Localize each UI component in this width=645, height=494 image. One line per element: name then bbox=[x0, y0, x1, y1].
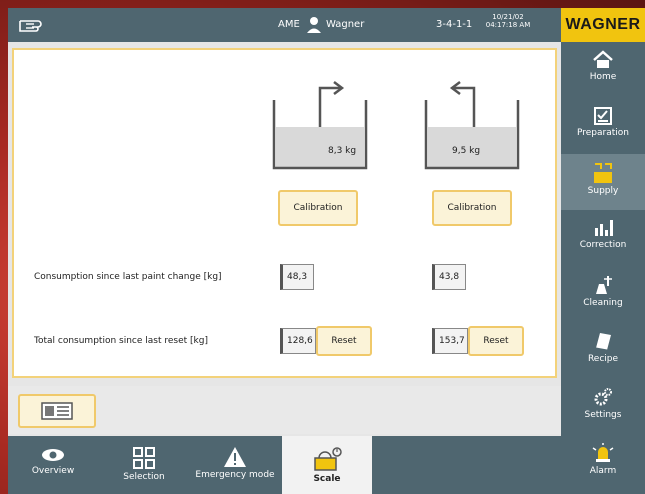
total-consumption-tank-1: 128,6 bbox=[280, 328, 316, 354]
consumption-since-change-tank-1: 48,3 bbox=[280, 264, 314, 290]
top-bar: AME Wagner 3-4-1-1 10/21/02 04:17:18 AM bbox=[8, 8, 561, 42]
sidebar-item-label: Cleaning bbox=[583, 298, 623, 308]
nav-overview[interactable]: Overview bbox=[12, 436, 94, 494]
tank-1-weight: 8,3 kg bbox=[328, 146, 357, 156]
reset-button-tank-1[interactable]: Reset bbox=[316, 326, 372, 356]
nav-label: Overview bbox=[31, 466, 75, 476]
sidebar-item-label: Recipe bbox=[587, 354, 619, 364]
wagner-logo: WAGNER bbox=[561, 8, 645, 42]
sidebar-item-label: Alarm bbox=[589, 466, 617, 476]
total-consumption-label: Total consumption since last reset [kg] bbox=[34, 336, 208, 346]
date: 10/21/02 bbox=[492, 13, 524, 21]
sidebar-item-label: Home bbox=[589, 72, 617, 82]
grid-icon bbox=[133, 447, 155, 469]
id-card-icon bbox=[41, 402, 73, 420]
user-name: Wagner bbox=[326, 19, 365, 30]
sidebar-item-label: Settings bbox=[584, 410, 622, 420]
total-consumption-tank-2: 153,7 bbox=[432, 328, 468, 354]
sidebar-item-correction[interactable]: Correction bbox=[561, 210, 645, 266]
sidebar-item-home[interactable]: Home bbox=[561, 42, 645, 98]
datetime: 10/21/02 04:17:18 AM bbox=[478, 13, 538, 29]
tank-2-icon bbox=[424, 81, 520, 170]
calibration-button-tank-1[interactable]: Calibration bbox=[278, 190, 358, 226]
bar-chart-icon bbox=[595, 220, 613, 236]
sidebar-item-label: Supply bbox=[587, 186, 619, 196]
sidebar-item-label: Correction bbox=[579, 240, 627, 250]
action-strip bbox=[8, 386, 561, 434]
sidebar-item-supply[interactable]: Supply bbox=[561, 154, 645, 210]
nav-selection[interactable]: Selection bbox=[102, 436, 186, 494]
scale-panel: 8,3 kg 9,5 kg Calibration Calibration Co… bbox=[12, 48, 557, 378]
sidebar: Home Preparation Supply Correction Clean… bbox=[561, 42, 645, 494]
nav-label: Scale bbox=[313, 474, 341, 484]
cleaning-icon bbox=[596, 276, 612, 294]
sidebar-item-alarm[interactable]: Alarm bbox=[561, 434, 645, 490]
time: 04:17:18 AM bbox=[485, 21, 531, 29]
consumption-since-change-tank-2: 43,8 bbox=[432, 264, 466, 290]
nav-emergency-mode[interactable]: Emergency mode bbox=[188, 436, 282, 494]
hmi-screen: AME Wagner 3-4-1-1 10/21/02 04:17:18 AM … bbox=[8, 8, 645, 494]
alarm-icon bbox=[592, 443, 614, 462]
supply-icon bbox=[594, 163, 612, 183]
hand-icon[interactable] bbox=[18, 15, 52, 35]
scale-icon bbox=[314, 447, 342, 471]
sidebar-item-settings[interactable]: Settings bbox=[561, 378, 645, 434]
calibration-button-tank-2[interactable]: Calibration bbox=[432, 190, 512, 226]
id-card-button[interactable] bbox=[18, 394, 96, 428]
version-label: 3-4-1-1 bbox=[436, 19, 473, 30]
reset-button-tank-2[interactable]: Reset bbox=[468, 326, 524, 356]
nav-label: Selection bbox=[123, 472, 165, 482]
tank-2-weight: 9,5 kg bbox=[452, 146, 481, 156]
sidebar-item-recipe[interactable]: Recipe bbox=[561, 322, 645, 378]
home-icon bbox=[593, 50, 613, 68]
user-icon bbox=[307, 17, 321, 33]
bottom-nav: Overview Selection Emergency mode Scale bbox=[8, 436, 561, 494]
recipe-book-icon bbox=[595, 333, 611, 351]
nav-label: Emergency mode bbox=[195, 470, 275, 480]
sidebar-item-preparation[interactable]: Preparation bbox=[561, 98, 645, 154]
gears-icon bbox=[594, 388, 612, 406]
warning-icon bbox=[224, 447, 246, 467]
sidebar-item-cleaning[interactable]: Cleaning bbox=[561, 266, 645, 322]
checklist-icon bbox=[594, 107, 612, 125]
sidebar-item-label: Preparation bbox=[577, 128, 629, 138]
consumption-since-change-label: Consumption since last paint change [kg] bbox=[34, 272, 222, 282]
tank-1-icon bbox=[272, 81, 368, 170]
user-code: AME bbox=[278, 19, 300, 30]
eye-icon bbox=[42, 449, 64, 461]
nav-scale[interactable]: Scale bbox=[282, 436, 372, 494]
